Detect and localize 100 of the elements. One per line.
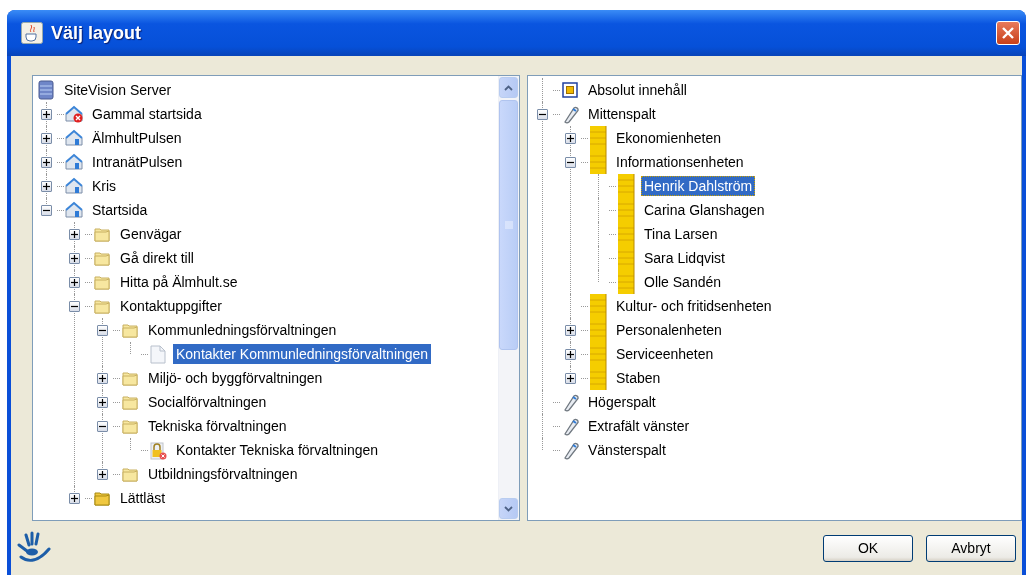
tree-item[interactable]: Kultur- och fritidsenheten — [613, 296, 775, 316]
plus-icon — [43, 158, 50, 166]
expand-button[interactable] — [97, 372, 108, 384]
expand-button[interactable] — [69, 492, 80, 504]
column-icon — [589, 294, 607, 318]
collapse-button[interactable] — [41, 204, 52, 216]
tree-item[interactable]: Startsida — [89, 200, 151, 220]
collapse-button[interactable] — [69, 300, 80, 312]
tree-item[interactable]: IntranätPulsen — [89, 152, 186, 172]
tree-item[interactable]: Kommunledningsförvaltningen — [145, 320, 340, 340]
collapse-button[interactable] — [97, 420, 108, 432]
tree-item[interactable]: Socialförvaltningen — [145, 392, 270, 412]
tree-item[interactable]: Gammal startsida — [89, 104, 205, 124]
window-title: Välj layout — [51, 22, 143, 44]
hand-logo-icon — [15, 531, 51, 565]
plus-icon — [71, 494, 78, 502]
tree-item[interactable]: Absolut innehåll — [585, 80, 690, 100]
collapse-button[interactable] — [97, 324, 108, 336]
tree-item[interactable]: Tina Larsen — [641, 224, 721, 244]
folder-icon — [93, 225, 111, 243]
column-icon — [589, 150, 607, 174]
cancel-button[interactable]: Avbryt — [926, 534, 1016, 562]
tree-item[interactable]: Vänsterspalt — [585, 440, 669, 460]
plus-icon — [71, 230, 78, 238]
collapse-button[interactable] — [565, 156, 576, 168]
plus-icon — [99, 398, 106, 406]
tree-item[interactable]: Hitta på Älmhult.se — [117, 272, 241, 292]
expand-button[interactable] — [41, 180, 52, 192]
plus-icon — [43, 182, 50, 190]
expand-button[interactable] — [97, 468, 108, 480]
expand-button[interactable] — [41, 156, 52, 168]
expand-button[interactable] — [69, 276, 80, 288]
expand-button[interactable] — [69, 228, 80, 240]
tree-item[interactable]: Olle Sandén — [641, 272, 725, 292]
expand-button[interactable] — [565, 372, 576, 384]
folder-icon — [121, 417, 139, 435]
frame-icon — [561, 81, 579, 99]
scrollbar[interactable] — [498, 76, 519, 520]
document-icon — [150, 344, 166, 364]
tree-item[interactable]: Kontakter Tekniska förvaltningen — [173, 440, 382, 460]
caret-down-icon — [504, 505, 513, 512]
tree-item[interactable]: Genvägar — [117, 224, 185, 244]
column-icon — [589, 126, 607, 150]
close-icon — [1002, 27, 1014, 39]
tree-item[interactable]: Gå direkt till — [117, 248, 197, 268]
tree-item[interactable]: Extrafält vänster — [585, 416, 693, 436]
tree-item[interactable]: Kontakter Kommunledningsförvaltningen — [173, 344, 432, 364]
caret-up-icon — [504, 84, 513, 91]
plus-icon — [567, 374, 574, 382]
folder-icon — [121, 465, 139, 483]
tree-item[interactable]: Henrik Dahlström — [641, 176, 756, 196]
tree-item[interactable]: Carina Glanshagen — [641, 200, 768, 220]
tree-item[interactable]: Miljö- och byggförvaltningen — [145, 368, 326, 388]
folder-icon — [121, 369, 139, 387]
tree-item[interactable]: Lättläst — [117, 488, 169, 508]
tree-item[interactable]: Staben — [613, 368, 664, 388]
house-icon — [65, 129, 83, 147]
plus-icon — [43, 134, 50, 142]
tree-item[interactable]: Ekonomienheten — [613, 128, 725, 148]
folder-icon — [93, 489, 111, 507]
tree-item[interactable]: Serviceenheten — [613, 344, 717, 364]
tree-item[interactable]: Personalenheten — [613, 320, 725, 340]
tree-item[interactable]: Sara Lidqvist — [641, 248, 728, 268]
plus-icon — [71, 254, 78, 262]
tree-item[interactable]: Informationsenheten — [613, 152, 747, 172]
scroll-thumb[interactable] — [499, 100, 518, 350]
tree-item[interactable]: Utbildningsförvaltningen — [145, 464, 301, 484]
plus-icon — [99, 470, 106, 478]
ok-button[interactable]: OK — [823, 534, 913, 562]
grip-icon — [504, 221, 513, 229]
scroll-up-button[interactable] — [499, 77, 518, 98]
expand-button[interactable] — [565, 132, 576, 144]
expand-button[interactable] — [565, 348, 576, 360]
close-button[interactable] — [996, 21, 1020, 45]
folder-icon — [121, 321, 139, 339]
folder-icon — [121, 393, 139, 411]
expand-button[interactable] — [41, 132, 52, 144]
folder-icon — [93, 273, 111, 291]
folder-icon — [93, 249, 111, 267]
house-icon — [65, 201, 83, 219]
column-icon — [617, 174, 635, 198]
expand-button[interactable] — [97, 396, 108, 408]
tree-item[interactable]: SiteVision Server — [61, 80, 175, 100]
plus-icon — [43, 110, 50, 118]
collapse-button[interactable] — [537, 108, 548, 120]
column-icon — [589, 366, 607, 390]
expand-button[interactable] — [69, 252, 80, 264]
scroll-down-button[interactable] — [499, 498, 518, 519]
column-icon — [617, 270, 635, 294]
tree-item[interactable]: Högerspalt — [585, 392, 659, 412]
tree-item[interactable]: Kris — [89, 176, 120, 196]
tree-item[interactable]: Tekniska förvaltningen — [145, 416, 290, 436]
tree-item[interactable]: ÄlmhultPulsen — [89, 128, 185, 148]
expand-button[interactable] — [41, 108, 52, 120]
house-error-icon — [65, 105, 83, 123]
server-icon — [38, 80, 54, 100]
expand-button[interactable] — [565, 324, 576, 336]
house-icon — [65, 153, 83, 171]
tree-item[interactable]: Mittenspalt — [585, 104, 659, 124]
tree-item[interactable]: Kontaktuppgifter — [117, 296, 225, 316]
